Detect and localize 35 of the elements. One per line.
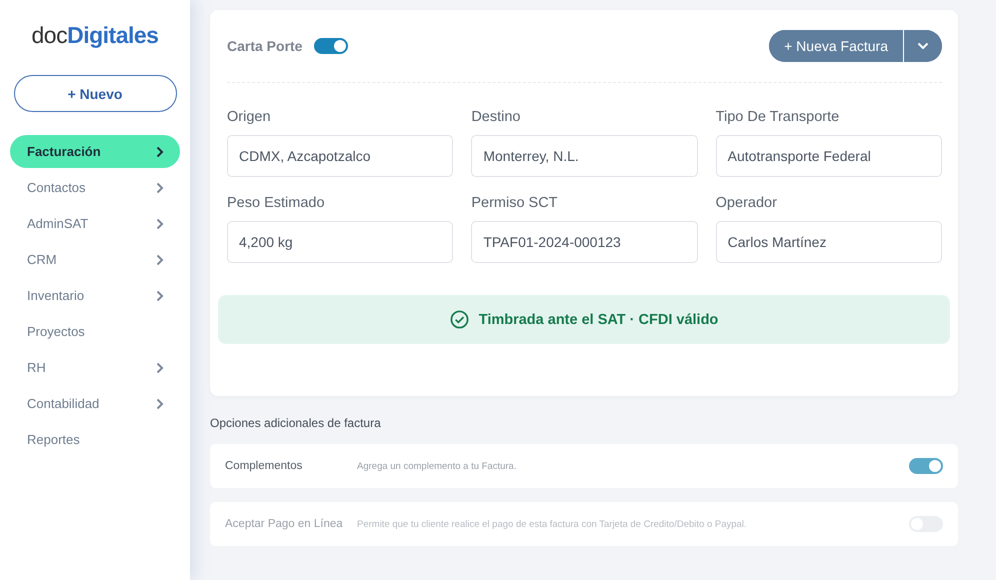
carta-porte-label: Carta Porte bbox=[227, 38, 302, 54]
section-title: Opciones adicionales de factura bbox=[210, 416, 382, 430]
check-circle-icon bbox=[450, 310, 469, 329]
sidebar-item[interactable]: Inventario bbox=[10, 279, 180, 312]
sidebar-item[interactable]: Proyectos bbox=[10, 315, 180, 348]
caret-icon bbox=[917, 42, 929, 50]
sidebar-item[interactable]: Reportes bbox=[10, 423, 180, 456]
field-label: Operador bbox=[716, 195, 778, 211]
sidebar-item[interactable]: Facturación bbox=[10, 135, 180, 168]
input-field[interactable]: TPAF01-2024-000123 bbox=[471, 221, 698, 263]
field-label: Peso Estimado bbox=[227, 195, 326, 211]
sidebar-item[interactable]: Contactos bbox=[10, 171, 180, 204]
sidebar-item[interactable]: RH bbox=[10, 351, 180, 384]
sidebar-item[interactable]: CRM bbox=[10, 243, 180, 276]
field-label: Destino bbox=[471, 109, 522, 125]
option-description: Agrega un complemento a tu Factura. bbox=[357, 460, 518, 472]
input-field[interactable]: Carlos Martínez bbox=[716, 221, 942, 263]
field-label: Permiso SCT bbox=[471, 195, 559, 211]
logo: docDigitales bbox=[32, 22, 158, 49]
option-name: Complementos bbox=[225, 460, 304, 472]
option-toggle[interactable] bbox=[909, 458, 943, 474]
option-name: Aceptar Pago en Línea bbox=[225, 518, 344, 530]
field-label: Origen bbox=[227, 109, 272, 125]
input-field[interactable]: Autotransporte Federal bbox=[716, 135, 942, 177]
input-field[interactable]: Monterrey, N.L. bbox=[471, 135, 698, 177]
status-text: Timbrada ante el SAT · CFDI válido bbox=[478, 312, 718, 328]
new-button[interactable]: + Nuevo bbox=[14, 75, 176, 112]
carta-porte-toggle[interactable] bbox=[314, 38, 348, 54]
option-description: Permite que tu cliente realice el pago de esta factura con Tarjeta de Credito/Debito o Paypal. bbox=[357, 518, 748, 530]
field-label: Tipo De Transporte bbox=[716, 109, 840, 125]
sidebar-item[interactable]: Contabilidad bbox=[10, 387, 180, 420]
input-field[interactable]: 4,200 kg bbox=[227, 221, 454, 263]
input-field[interactable]: CDMX, Azcapotzalco bbox=[227, 135, 454, 177]
new-invoice-button[interactable]: + Nueva Factura bbox=[769, 30, 904, 62]
sidebar-item[interactable]: AdminSAT bbox=[10, 207, 180, 240]
